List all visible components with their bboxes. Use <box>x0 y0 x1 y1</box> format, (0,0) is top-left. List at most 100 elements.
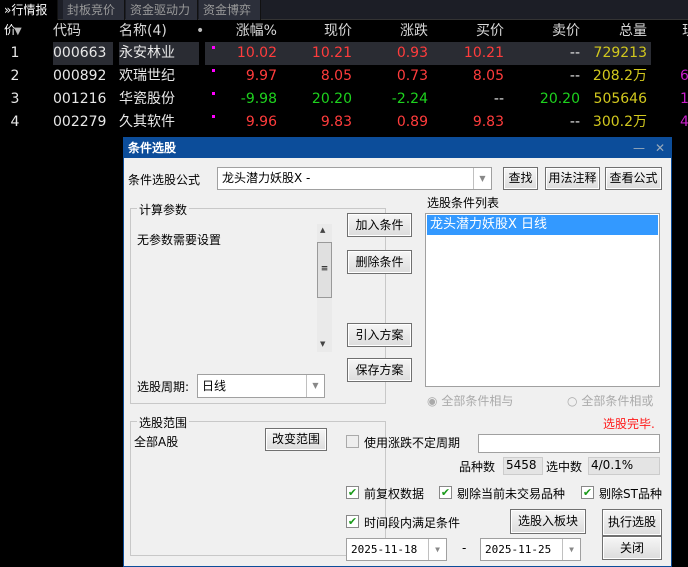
minimize-icon[interactable]: — <box>633 138 645 158</box>
count-value: 5458 <box>503 457 543 475</box>
cell-chg: -2.24 <box>391 91 428 107</box>
flag-marker-icon <box>212 92 215 95</box>
change-range-button[interactable]: 改变范围 <box>265 428 327 451</box>
scroll-down-icon[interactable]: ▼ <box>320 340 325 348</box>
close-button[interactable]: 关闭 <box>602 536 662 560</box>
date-to-select[interactable]: 2025-11-25 ▼ <box>480 538 581 561</box>
radio-all-or[interactable]: ○ 全部条件相或 <box>567 392 653 409</box>
cell-bid: 9.83 <box>472 114 504 130</box>
tab-limit-bidding[interactable]: 封板竞价 <box>63 0 125 20</box>
chevron-down-icon[interactable]: ▼ <box>473 168 491 189</box>
col-change[interactable]: 涨跌 <box>356 20 432 43</box>
table-row[interactable]: 3 001216 华瓷股份 -9.98 20.20 -2.24 -- 20.20 505646 1 <box>0 88 688 111</box>
cell-idx: 2 <box>10 68 20 84</box>
view-formula-button[interactable]: 查看公式 <box>605 167 662 190</box>
period-input[interactable] <box>478 434 660 453</box>
col-ask[interactable]: 卖价 <box>508 20 584 43</box>
tab-bar: »行情报价 封板竞价 资金驱动力 资金博弈 <box>0 0 688 37</box>
col-code[interactable]: 代码 <box>53 20 113 43</box>
exclude-st-label: 剔除ST品种 <box>599 487 662 501</box>
usage-notes-button[interactable]: 用法注释 <box>545 167 600 190</box>
exclude-untraded-checkbox[interactable]: ✔ <box>439 486 452 499</box>
dialog-title-text: 条件选股 <box>128 141 177 155</box>
col-flag[interactable]: • <box>196 20 204 43</box>
cell-price: 20.20 <box>311 91 352 107</box>
exclude-untraded-label: 剔除当前未交易品种 <box>457 487 566 501</box>
col-volume[interactable]: 总量 <box>584 20 651 43</box>
scroll-up-icon[interactable]: ▲ <box>320 226 325 234</box>
tab-fund-game[interactable]: 资金博弈 <box>199 0 261 20</box>
flag-marker-icon <box>212 115 215 118</box>
sort-icon[interactable]: ▼ <box>14 20 44 43</box>
cell-idx: 3 <box>10 91 20 107</box>
cell-vol: 208.2万 <box>592 68 647 84</box>
cell-name: 永安林业 <box>119 42 199 65</box>
count-label: 品种数 <box>459 460 496 474</box>
import-plan-button[interactable]: 引入方案 <box>347 323 412 347</box>
use-period-checkbox[interactable] <box>346 435 359 448</box>
range-value: 全部A股 <box>134 435 179 449</box>
period-select[interactable]: 日线 ▼ <box>197 374 325 398</box>
find-button[interactable]: 查找 <box>503 167 538 190</box>
add-condition-button[interactable]: 加入条件 <box>347 213 412 237</box>
chevron-down-icon[interactable]: ▼ <box>562 539 580 560</box>
add-to-block-button[interactable]: 选股入板块 <box>510 509 586 534</box>
cell-idx: 4 <box>10 114 20 130</box>
exclude-st-checkbox[interactable]: ✔ <box>581 486 594 499</box>
cell-vol: 505646 <box>593 91 647 107</box>
save-plan-button[interactable]: 保存方案 <box>347 358 412 382</box>
time-range-checkbox[interactable]: ✔ <box>346 515 359 528</box>
cell-extra: 1 <box>680 91 688 107</box>
table-row[interactable]: 2 000892 欢瑞世纪 9.97 8.05 0.73 8.05 -- 208.2万 6 <box>0 65 688 88</box>
execute-button[interactable]: 执行选股 <box>602 509 662 536</box>
formula-select[interactable]: 龙头潜力妖股X - ▼ <box>217 167 492 190</box>
delete-condition-button[interactable]: 删除条件 <box>347 250 412 274</box>
cell-code: 001216 <box>53 91 107 107</box>
list-item[interactable]: 龙头潜力妖股X 日线 <box>427 215 658 235</box>
fq-checkbox[interactable]: ✔ <box>346 486 359 499</box>
cell-code: 000663 <box>53 42 113 65</box>
range-group-label: 选股范围 <box>137 414 190 431</box>
cell-name: 欢瑞世纪 <box>119 68 175 84</box>
tab-quotes[interactable]: »行情报价 <box>0 0 58 37</box>
col-price[interactable]: 现价 <box>281 20 356 43</box>
radio-all-and[interactable]: ◉ 全部条件相与 <box>427 392 513 409</box>
chevron-down-icon[interactable]: ▼ <box>306 375 324 397</box>
date-from-select[interactable]: 2025-11-18 ▼ <box>346 538 447 561</box>
condition-list[interactable]: 龙头潜力妖股X 日线 <box>425 213 660 387</box>
cell-price: 8.05 <box>320 68 352 84</box>
period-label: 选股周期: <box>137 380 190 394</box>
formula-value: 龙头潜力妖股X - <box>222 171 311 185</box>
close-icon[interactable]: ✕ <box>655 138 665 158</box>
chevron-down-icon[interactable]: ▼ <box>428 539 446 560</box>
cell-vol: 300.2万 <box>592 114 647 130</box>
scroll-thumb[interactable]: ≡ <box>317 242 332 298</box>
table-row[interactable]: 1 000663 永安林业 10.02 10.21 0.93 10.21 -- 729213 <box>0 42 688 65</box>
selected-label: 选中数 <box>546 460 583 474</box>
dialog-title: 条件选股 — ✕ <box>124 138 671 158</box>
formula-label: 条件选股公式 <box>128 173 201 187</box>
col-pct[interactable]: 涨幅% <box>205 20 281 43</box>
cell-price: 10.21 <box>281 42 356 65</box>
cell-chg: 0.93 <box>356 42 432 65</box>
cell-vol: 729213 <box>584 42 651 65</box>
cell-idx: 1 <box>10 45 20 61</box>
col-extra[interactable]: 现 <box>682 20 688 43</box>
cell-pct: 10.02 <box>205 42 281 65</box>
cell-price: 9.83 <box>320 114 352 130</box>
cell-bid: 8.05 <box>472 68 504 84</box>
col-bid[interactable]: 买价 <box>432 20 508 43</box>
cell-extra: 4 <box>680 114 688 130</box>
cell-ask: -- <box>569 68 580 84</box>
cell-code: 000892 <box>53 68 107 84</box>
selected-value: 4/0.1% <box>588 457 660 475</box>
table-row[interactable]: 4 002279 久其软件 9.96 9.83 0.89 9.83 -- 300.2万 4 <box>0 111 688 134</box>
cell-name: 久其软件 <box>119 114 175 130</box>
cell-pct: -9.98 <box>240 91 277 107</box>
params-scrollbar[interactable]: ▲ ≡ ▼ <box>317 224 332 352</box>
period-value: 日线 <box>202 379 227 393</box>
cell-ask: -- <box>569 114 580 130</box>
cell-ask: -- <box>508 42 584 65</box>
col-name[interactable]: 名称(4) <box>119 20 199 43</box>
tab-fund-drive[interactable]: 资金驱动力 <box>126 0 198 20</box>
